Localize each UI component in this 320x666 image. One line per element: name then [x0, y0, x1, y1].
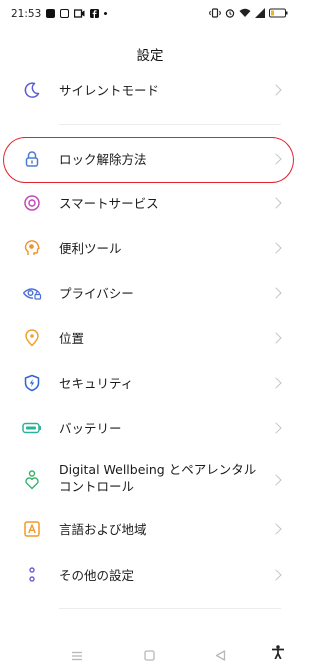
notification-app-icon: [60, 9, 69, 18]
settings-item-language-region[interactable]: 言語および地域: [0, 515, 300, 543]
settings-item-label: Digital Wellbeing とペアレンタル コントロール: [59, 462, 257, 494]
location-pin-icon: [22, 328, 42, 348]
navigation-bar: [0, 636, 300, 666]
settings-item-security[interactable]: セキュリティ: [0, 369, 300, 397]
settings-item-convenient-tools[interactable]: 便利ツール: [0, 234, 300, 262]
target-circle-icon: [22, 193, 42, 213]
settings-item-label: 言語および地域: [59, 521, 147, 537]
chevron-right-icon: [270, 197, 282, 209]
battery-status-icon: [269, 8, 288, 18]
moon-icon: [22, 80, 42, 100]
divider: [59, 608, 281, 609]
home-icon[interactable]: [144, 646, 155, 665]
signal-icon: [255, 8, 265, 18]
chevron-right-icon: [270, 332, 282, 344]
recent-apps-icon[interactable]: [71, 646, 83, 665]
chevron-right-icon: [270, 422, 282, 434]
chevron-right-icon: [270, 84, 282, 96]
privacy-eye-icon: [22, 283, 42, 303]
chevron-right-icon: [270, 377, 282, 389]
system-status-icons: [209, 8, 289, 18]
back-icon[interactable]: [215, 646, 226, 665]
chevron-right-icon: [270, 153, 282, 165]
divider: [59, 124, 281, 125]
settings-item-privacy[interactable]: プライバシー: [0, 279, 300, 307]
settings-item-battery[interactable]: バッテリー: [0, 414, 300, 442]
chevron-right-icon: [270, 242, 282, 254]
page-title: 設定: [136, 48, 164, 64]
settings-item-smart-services[interactable]: スマートサービス: [0, 189, 300, 217]
settings-item-label: 便利ツール: [59, 240, 122, 256]
settings-item-location[interactable]: 位置: [0, 324, 300, 352]
settings-item-label: 位置: [59, 330, 85, 346]
vibrate-icon: [209, 8, 221, 18]
language-a-icon: [22, 519, 42, 539]
status-time: 21:53: [11, 8, 42, 20]
settings-item-label: その他の設定: [59, 567, 135, 583]
chevron-right-icon: [270, 287, 282, 299]
notification-app-icon: [46, 9, 55, 18]
settings-item-label: サイレントモード: [59, 82, 160, 98]
video-icon: [74, 9, 85, 18]
chevron-right-icon: [270, 474, 282, 486]
facebook-icon: [90, 9, 99, 18]
more-notifications-dot: [104, 12, 107, 15]
settings-item-label: プライバシー: [59, 285, 134, 301]
chevron-right-icon: [270, 569, 282, 581]
settings-item-silent-mode[interactable]: サイレントモード: [0, 76, 300, 104]
alarm-icon: [225, 9, 235, 18]
settings-item-unlock-method[interactable]: ロック解除方法: [0, 145, 300, 173]
chevron-right-icon: [270, 523, 282, 535]
settings-item-label: スマートサービス: [59, 195, 159, 211]
notification-icons: [46, 9, 107, 18]
lock-icon: [22, 149, 42, 169]
settings-item-label: セキュリティ: [59, 375, 134, 391]
battery-icon: [22, 418, 42, 438]
settings-item-label: バッテリー: [59, 420, 122, 436]
tools-head-icon: [22, 238, 42, 258]
accessibility-icon[interactable]: [271, 644, 285, 663]
shield-bolt-icon: [22, 373, 42, 393]
wellbeing-heart-icon: [22, 470, 42, 490]
status-bar: 21:53: [0, 0, 300, 30]
more-dots-icon: [22, 565, 42, 585]
settings-item-label: ロック解除方法: [59, 151, 147, 167]
settings-item-digital-wellbeing[interactable]: Digital Wellbeing とペアレンタル コントロール: [0, 458, 300, 502]
settings-item-other-settings[interactable]: その他の設定: [0, 561, 300, 589]
wifi-icon: [239, 8, 251, 17]
